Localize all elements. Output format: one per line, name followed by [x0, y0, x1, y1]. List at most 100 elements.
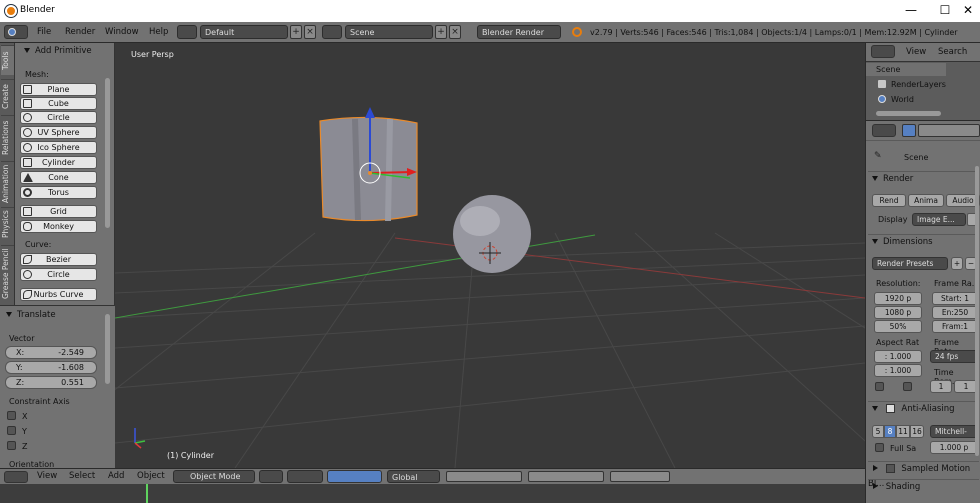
- add-grid-button[interactable]: Grid: [20, 205, 97, 218]
- render-section-header[interactable]: Render: [868, 171, 979, 186]
- outliner-scrollbar[interactable]: [876, 111, 941, 116]
- add-cylinder-button[interactable]: Cylinder: [20, 156, 97, 169]
- add-uv-sphere-button[interactable]: UV Sphere: [20, 126, 97, 139]
- sphere-object[interactable]: [453, 195, 531, 273]
- aspect-x-field[interactable]: : 1.000: [874, 350, 922, 363]
- properties-scrollbar[interactable]: [975, 166, 979, 456]
- menu-file[interactable]: File: [37, 27, 51, 37]
- vector-z-field[interactable]: Z: 0.551: [5, 376, 97, 389]
- editor-type-3d-button[interactable]: [4, 471, 28, 483]
- menu-object[interactable]: Object: [137, 471, 165, 481]
- pivot-selector[interactable]: [287, 470, 323, 483]
- maximize-button[interactable]: ☐: [937, 3, 953, 19]
- menu-add[interactable]: Add: [108, 471, 124, 481]
- aa-samples-11[interactable]: 11: [896, 425, 910, 438]
- crop-checkbox[interactable]: [903, 382, 912, 391]
- full-sample-checkbox[interactable]: [875, 443, 884, 452]
- constraint-y-checkbox[interactable]: [7, 426, 16, 435]
- current-frame-marker[interactable]: [146, 484, 148, 503]
- add-cone-button[interactable]: Cone: [20, 171, 97, 184]
- add-ico-sphere-button[interactable]: Ico Sphere: [20, 141, 97, 154]
- tab-animation[interactable]: Animation: [1, 161, 14, 205]
- tab-create[interactable]: Create: [1, 79, 14, 113]
- tab-relations[interactable]: Relations: [1, 115, 14, 159]
- menu-select[interactable]: Select: [69, 471, 95, 481]
- resolution-percentage-field[interactable]: 50%: [874, 320, 922, 333]
- manipulator-buttons[interactable]: [327, 470, 382, 483]
- add-bezier-button[interactable]: Bezier: [20, 253, 97, 266]
- add-primitive-header[interactable]: Add Primitive: [20, 46, 92, 56]
- menu-render[interactable]: Render: [65, 27, 95, 37]
- frame-start-field[interactable]: Start: 1: [932, 292, 978, 305]
- resolution-x-field[interactable]: 1920 p: [874, 292, 922, 305]
- tab-tools[interactable]: Tools: [1, 45, 14, 75]
- vector-x-field[interactable]: X: -2.549: [5, 346, 97, 359]
- outliner-type-button[interactable]: [871, 45, 895, 58]
- add-torus-button[interactable]: Torus: [20, 186, 97, 199]
- mode-selector[interactable]: Object Mode: [173, 470, 255, 483]
- outliner-view-menu[interactable]: View: [906, 47, 926, 57]
- outliner-row-world[interactable]: World: [866, 93, 946, 106]
- sampled-motion-blur-checkbox[interactable]: [885, 464, 895, 473]
- constraint-x-checkbox[interactable]: [7, 411, 16, 420]
- context-tabs[interactable]: [918, 124, 980, 137]
- constraint-z-checkbox[interactable]: [7, 441, 16, 450]
- layer-buttons[interactable]: [446, 471, 522, 482]
- minimize-button[interactable]: —: [903, 3, 919, 19]
- dimensions-section-header[interactable]: Dimensions: [868, 234, 979, 249]
- render-still-button[interactable]: Rend: [872, 194, 906, 207]
- frame-step-field[interactable]: Fram:1: [932, 320, 978, 333]
- filter-size-field[interactable]: 1.000 p: [930, 441, 978, 454]
- add-curve-circle-button[interactable]: Circle: [20, 268, 97, 281]
- shading-selector[interactable]: [259, 470, 283, 483]
- aa-samples-5[interactable]: 5: [872, 425, 884, 438]
- cylinder-object[interactable]: [319, 116, 418, 222]
- timeline[interactable]: [0, 484, 980, 503]
- add-preset-button[interactable]: +: [951, 257, 963, 270]
- properties-type-button[interactable]: [872, 124, 896, 137]
- 3d-viewport[interactable]: User Persp (1) Cylinder: [115, 43, 865, 468]
- aa-samples-8[interactable]: 8: [884, 425, 896, 438]
- menu-help[interactable]: Help: [149, 27, 168, 37]
- orientation-selector[interactable]: Global: [387, 470, 440, 483]
- anti-aliasing-checkbox[interactable]: [885, 404, 895, 413]
- translate-header[interactable]: Translate: [2, 310, 56, 320]
- frame-rate-selector[interactable]: 24 fps: [930, 350, 978, 363]
- anti-aliasing-section-header[interactable]: Anti-Aliasing: [868, 401, 979, 416]
- layout-selector[interactable]: Default: [200, 25, 288, 39]
- display-selector[interactable]: Image E...: [912, 213, 966, 226]
- aa-samples-16[interactable]: 16: [910, 425, 924, 438]
- scene-icon[interactable]: [322, 25, 342, 39]
- add-nurbs-curve-button[interactable]: Nurbs Curve: [20, 288, 97, 301]
- outliner-row-renderlayers[interactable]: RenderLayers: [866, 78, 946, 91]
- vector-y-field[interactable]: Y: -1.608: [5, 361, 97, 374]
- add-layout-button[interactable]: +: [290, 25, 302, 39]
- tab-physics[interactable]: Physics: [1, 207, 14, 241]
- shading-section-header[interactable]: Shading: [868, 479, 979, 494]
- render-presets-selector[interactable]: Render Presets: [872, 257, 948, 270]
- add-plane-button[interactable]: Plane: [20, 83, 97, 96]
- add-cube-button[interactable]: Cube: [20, 97, 97, 110]
- operator-scrollbar[interactable]: [105, 314, 110, 384]
- menu-view[interactable]: View: [37, 471, 57, 481]
- add-circle-button[interactable]: Circle: [20, 111, 97, 124]
- layout-icon[interactable]: [177, 25, 197, 39]
- scene-selector[interactable]: Scene: [345, 25, 433, 39]
- toolshelf-scrollbar[interactable]: [105, 78, 110, 228]
- border-checkbox[interactable]: [875, 382, 884, 391]
- tab-grease-pencil[interactable]: Grease Pencil: [1, 245, 14, 301]
- add-scene-button[interactable]: +: [435, 25, 447, 39]
- remove-scene-button[interactable]: ×: [449, 25, 461, 39]
- aa-filter-selector[interactable]: Mitchell-: [930, 425, 978, 438]
- add-monkey-button[interactable]: Monkey: [20, 220, 97, 233]
- aspect-y-field[interactable]: : 1.000: [874, 364, 922, 377]
- editor-type-button[interactable]: [4, 25, 28, 39]
- sampled-motion-blur-header[interactable]: Sampled Motion Bl...: [868, 461, 979, 489]
- snap-buttons[interactable]: [528, 471, 604, 482]
- render-animation-button[interactable]: Anima: [908, 194, 944, 207]
- outliner-row-scene[interactable]: Scene: [866, 63, 946, 76]
- time-old-field[interactable]: 1: [930, 380, 952, 393]
- resolution-y-field[interactable]: 1080 p: [874, 306, 922, 319]
- render-buttons[interactable]: [610, 471, 670, 482]
- render-context-tab[interactable]: [902, 124, 916, 137]
